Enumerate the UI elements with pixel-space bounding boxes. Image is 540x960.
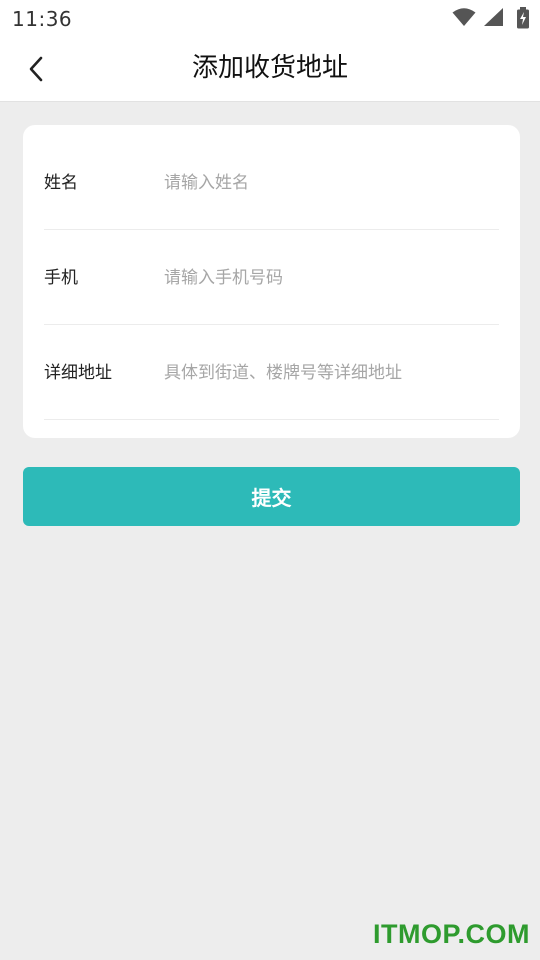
address-form-card: 姓名 手机 详细地址 (23, 125, 520, 438)
submit-button[interactable]: 提交 (23, 467, 520, 526)
signal-icon (484, 8, 503, 26)
name-label: 姓名 (44, 173, 78, 193)
page-title: 添加收货地址 (191, 53, 348, 83)
add-address-page: 11:36 添加收货地址 姓名 手机 (0, 0, 540, 960)
status-bar: 11:36 (0, 0, 540, 36)
header-bar: 添加收货地址 (0, 36, 540, 102)
battery-charging-icon (517, 7, 529, 29)
phone-row: 手机 (44, 230, 499, 325)
status-time: 11:36 (12, 7, 73, 31)
address-row: 详细地址 (44, 325, 499, 420)
phone-input[interactable] (164, 260, 494, 296)
name-row: 姓名 (44, 135, 499, 230)
name-input[interactable] (164, 165, 494, 201)
wifi-icon (452, 8, 476, 26)
watermark-logo: ITMOP.COM (372, 919, 530, 949)
address-label: 详细地址 (44, 363, 112, 383)
phone-label: 手机 (44, 268, 78, 288)
address-input[interactable] (164, 355, 494, 391)
